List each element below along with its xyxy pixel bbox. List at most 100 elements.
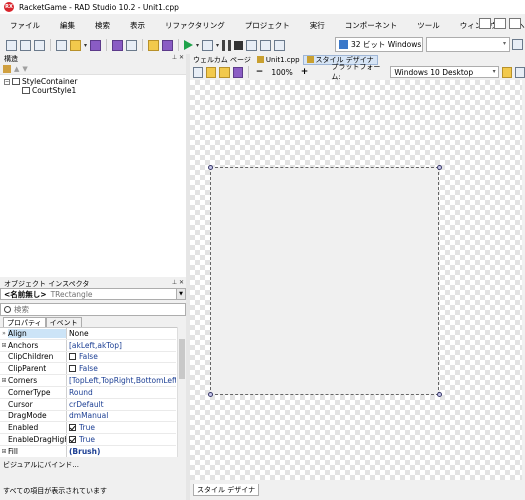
tree-node-courtstyle1[interactable]: CourtStyle1 — [22, 86, 76, 95]
save-project-icon[interactable] — [162, 39, 174, 51]
reopen-icon[interactable] — [56, 39, 67, 51]
resize-handle-top-left[interactable] — [208, 165, 213, 170]
build-config-select[interactable]: ▾ — [426, 37, 510, 52]
menu-view[interactable]: 表示 — [120, 20, 155, 31]
expand-icon[interactable]: ⊞ — [0, 342, 8, 349]
trace-into-icon[interactable] — [260, 39, 272, 51]
new-items-icon[interactable] — [20, 39, 31, 51]
checkbox[interactable] — [69, 353, 76, 361]
checkbox-checked[interactable] — [69, 436, 76, 444]
save-icon[interactable] — [90, 39, 102, 51]
pin-close-icon[interactable]: ⊥ ✕ — [172, 279, 184, 286]
selected-rectangle[interactable] — [210, 167, 439, 395]
menu-run[interactable]: 実行 — [300, 20, 335, 31]
open-icon[interactable] — [34, 39, 45, 51]
stop-icon[interactable] — [234, 40, 244, 50]
expand-icon[interactable]: ⊞ — [0, 448, 8, 455]
property-search-input[interactable]: 検索 — [0, 303, 186, 316]
close-file-icon[interactable] — [126, 39, 138, 51]
scrollbar-thumb[interactable] — [179, 339, 185, 379]
ide-window: RX RacketGame - RAD Studio 10.2 - Unit1.… — [0, 0, 525, 500]
menu-search[interactable]: 検索 — [85, 20, 120, 31]
remove-platform-icon[interactable] — [514, 66, 525, 78]
open-folder-icon[interactable] — [148, 39, 160, 51]
open-style-icon[interactable] — [206, 66, 217, 78]
designer-platform-select[interactable]: Windows 10 Desktop ▾ — [390, 66, 499, 78]
step-over-icon[interactable] — [246, 39, 258, 51]
property-value[interactable]: crDefault — [66, 398, 176, 410]
property-row[interactable]: ClipChildren False — [0, 351, 176, 364]
property-value[interactable]: False — [66, 363, 176, 375]
layout-icon[interactable] — [494, 18, 506, 29]
desktop-icon[interactable] — [509, 18, 521, 29]
menu-tools[interactable]: ツール — [407, 20, 450, 31]
property-row[interactable]: CornerType Round — [0, 387, 176, 399]
tab-welcome-page[interactable]: ウェルカム ページ — [190, 55, 254, 65]
pin-close-icon[interactable]: ⊥ ✕ — [172, 54, 184, 61]
property-value[interactable]: True — [66, 422, 176, 434]
resize-handle-bottom-right[interactable] — [437, 392, 442, 397]
chevron-down-icon[interactable]: ▾ — [216, 42, 219, 49]
property-value[interactable]: (Brush) — [66, 446, 176, 457]
bind-visually-link[interactable]: ビジュアルにバインド... — [0, 459, 186, 470]
save-all-icon[interactable] — [112, 39, 124, 51]
property-row[interactable]: DragMode dmManual — [0, 410, 176, 423]
add-platform-icon[interactable] — [501, 66, 512, 78]
resize-handle-bottom-left[interactable] — [208, 392, 213, 397]
property-name: Corners — [8, 376, 38, 386]
tab-style-designer-bottom[interactable]: スタイル デザイナ — [193, 484, 260, 496]
menu-edit[interactable]: 編集 — [50, 20, 85, 31]
property-value[interactable]: dmManual — [66, 410, 176, 422]
checkbox-checked[interactable] — [69, 424, 76, 432]
mail-icon[interactable] — [479, 18, 491, 29]
chevron-down-icon[interactable]: ▾ — [84, 42, 87, 49]
property-row[interactable]: Cursor crDefault — [0, 398, 176, 411]
toolbar-separator — [247, 66, 249, 78]
zoom-in-button[interactable]: + — [299, 67, 311, 77]
new-style-icon[interactable] — [193, 66, 204, 78]
menu-project[interactable]: プロジェクト — [235, 20, 300, 31]
run-without-debug-icon[interactable] — [202, 39, 214, 51]
tab-properties[interactable]: プロパティ — [3, 317, 46, 327]
property-value[interactable]: False — [66, 351, 176, 363]
property-value[interactable]: [TopLeft,TopRight,BottomLeft,B — [66, 375, 176, 386]
property-row[interactable]: Enabled True — [0, 422, 176, 435]
chevron-down-icon[interactable]: ▼ — [176, 289, 185, 299]
chevron-down-icon[interactable]: ▾ — [196, 42, 199, 49]
target-platform-select[interactable]: 32 ビット Windows — [335, 37, 423, 52]
checkbox[interactable] — [69, 365, 76, 373]
property-row[interactable]: ⊞ Fill (Brush) — [0, 446, 176, 457]
arrow-down-icon[interactable]: ▼ — [22, 65, 27, 73]
tab-unit1-cpp[interactable]: Unit1.cpp — [254, 55, 303, 65]
expand-icon[interactable]: ⊞ — [0, 377, 8, 384]
object-selector[interactable]: <名前無し> TRectangle ▼ — [0, 288, 186, 300]
property-row[interactable]: » Align None — [0, 328, 176, 340]
property-row[interactable]: ClipParent False — [0, 363, 176, 376]
run-until-return-icon[interactable] — [274, 39, 286, 51]
open-project-icon[interactable] — [70, 39, 81, 51]
resize-handle-top-right[interactable] — [437, 165, 442, 170]
zoom-out-button[interactable]: − — [254, 67, 266, 77]
new-icon[interactable] — [6, 39, 17, 51]
load-style-icon[interactable] — [219, 66, 230, 78]
property-row[interactable]: ⊞ Anchors [akLeft,akTop] — [0, 339, 176, 352]
property-value[interactable]: True — [66, 434, 176, 445]
structure-options-icon[interactable] — [3, 64, 11, 73]
menu-refactor[interactable]: リファクタリング — [155, 20, 235, 31]
collapse-icon[interactable]: − — [4, 78, 10, 85]
tab-events[interactable]: イベント — [45, 317, 82, 327]
menu-file[interactable]: ファイル — [0, 20, 50, 31]
property-row[interactable]: ⊞ Corners [TopLeft,TopRight,BottomLeft,B — [0, 375, 176, 387]
property-row[interactable]: EnableDragHighl True — [0, 434, 176, 446]
run-icon[interactable] — [184, 40, 194, 50]
arrow-up-icon[interactable]: ▲ — [14, 65, 19, 73]
pause-icon[interactable] — [222, 39, 232, 51]
property-value[interactable]: None — [66, 328, 176, 339]
property-value[interactable]: [akLeft,akTop] — [66, 339, 176, 351]
property-grid-scrollbar[interactable] — [177, 327, 186, 457]
save-style-icon[interactable] — [232, 66, 243, 78]
toolbar-options-icon[interactable] — [512, 39, 523, 50]
menu-component[interactable]: コンポーネント — [335, 20, 408, 31]
tree-node-stylecontainer[interactable]: − StyleContainer — [4, 77, 78, 86]
property-value[interactable]: Round — [66, 387, 176, 398]
